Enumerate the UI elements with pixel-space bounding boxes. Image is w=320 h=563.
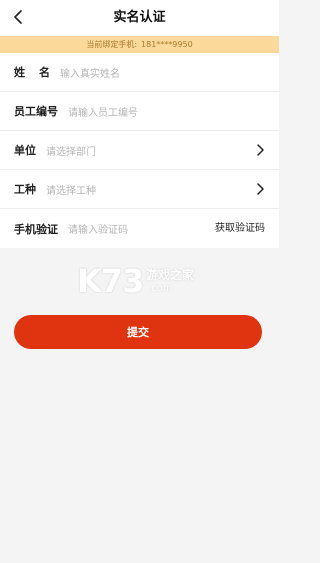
phone-verify-row: 手机验证 请输入验证码 获取验证码	[0, 209, 279, 248]
job-type-row[interactable]: 工种 请选择工种	[0, 170, 279, 209]
department-row[interactable]: 单位 请选择部门	[0, 131, 279, 170]
header-bar: 实名认证	[0, 0, 279, 36]
department-label: 单位	[14, 144, 36, 157]
name-label: 姓名	[14, 66, 64, 79]
employee-id-label: 员工编号	[14, 105, 58, 118]
watermark-domain: .com	[148, 283, 173, 294]
phone-verify-label: 手机验证	[14, 222, 58, 236]
job-type-select[interactable]: 请选择工种	[46, 182, 265, 197]
department-select[interactable]: 请选择部门	[46, 143, 265, 158]
submit-button[interactable]: 提交	[14, 315, 262, 349]
notice-label: 当前绑定手机:	[86, 40, 138, 49]
bound-phone-notice: 当前绑定手机: 181****9950	[0, 36, 279, 53]
employee-id-input[interactable]: 请输入员工编号	[68, 104, 265, 119]
chevron-right-icon	[257, 183, 264, 195]
name-row: 姓名 输入真实姓名	[0, 53, 279, 92]
page-title: 实名认证	[113, 10, 166, 25]
chevron-right-icon	[257, 144, 264, 156]
verification-form: 姓名 输入真实姓名 员工编号 请输入员工编号 单位 请选择部门 工种 请选择工种…	[0, 53, 279, 248]
job-type-label: 工种	[14, 183, 36, 196]
employee-id-row: 员工编号 请输入员工编号	[0, 92, 279, 131]
notice-phone: 181****9950	[141, 40, 193, 49]
get-code-button[interactable]: 获取验证码	[215, 209, 265, 248]
name-input[interactable]: 输入真实姓名	[60, 65, 265, 80]
watermark-subtitle: 游戏之家	[146, 268, 195, 282]
watermark-logo: K73	[77, 262, 144, 300]
